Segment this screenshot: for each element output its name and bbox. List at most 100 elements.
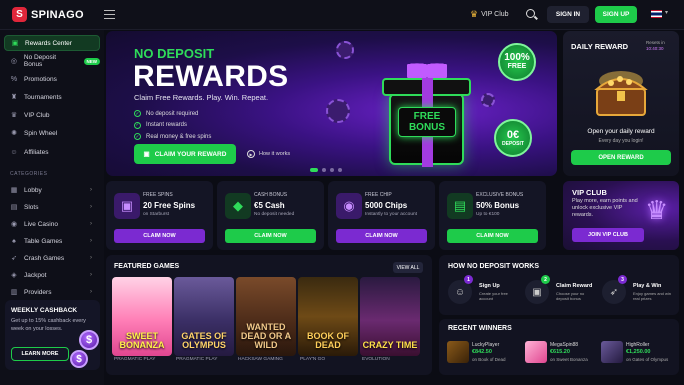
join-vip-button[interactable]: JOIN VIP CLUB xyxy=(572,228,644,242)
game-tile-sweet-bonanza[interactable]: SWEET BONANZA xyxy=(112,277,172,356)
step-desc: Enjoy games and win real prizes xyxy=(633,291,672,301)
game-tile-crazy-time[interactable]: CRAZY TIME xyxy=(360,277,420,356)
sidebar-item-live-casino[interactable]: ◉ Live Casino › xyxy=(4,216,100,232)
game-title: WANTED DEAD OR A WILD xyxy=(240,322,292,350)
menu-icon[interactable] xyxy=(104,10,115,19)
vip-title: VIP CLUB xyxy=(572,188,607,197)
free-bonus-line: BONUS xyxy=(408,122,446,133)
users-icon: ☺ xyxy=(10,148,18,156)
game-thumbnail[interactable] xyxy=(601,341,623,363)
sidebar-item-providers[interactable]: ▥ Providers › xyxy=(4,284,100,300)
sidebar-item-label: No Deposit Bonus xyxy=(23,54,57,68)
sidebar-item-label: Providers xyxy=(24,288,52,296)
carousel-dot[interactable] xyxy=(330,168,334,172)
sidebar-item-spin-wheel[interactable]: ✺ Spin Wheel xyxy=(4,125,100,141)
step-desc: Choose your no deposit bonus xyxy=(556,291,585,301)
gift-icon: ▣ xyxy=(114,193,140,219)
slot-icon: ▤ xyxy=(10,204,18,211)
sidebar-item-label: Tournaments xyxy=(24,93,62,101)
badge-caption: FREE xyxy=(507,63,527,70)
claim-reward-button[interactable]: ▣ CLAIM YOUR REWARD xyxy=(134,144,236,164)
search-icon[interactable] xyxy=(526,9,535,18)
sidebar-item-no-deposit-bonus[interactable]: ◎ No Deposit Bonus NEW xyxy=(4,53,100,69)
bullet-text: No deposit required xyxy=(146,110,199,117)
promo-sub: No deposit needed xyxy=(254,212,295,217)
check-icon: ✓ xyxy=(134,121,141,129)
logo-icon: S xyxy=(12,7,27,22)
game-title: GATES OF OLYMPUS xyxy=(181,331,227,350)
rocket-icon: ➶ xyxy=(11,255,17,262)
hero-eyebrow: NO DEPOSIT xyxy=(134,46,215,61)
sign-up-button[interactable]: SIGN UP xyxy=(595,6,637,23)
step-number: 1 xyxy=(464,275,473,284)
promo-card-cash-bonus: ◆ CASH BONUS €5 Cash No deposit needed C… xyxy=(217,181,324,250)
game-thumbnail[interactable] xyxy=(525,341,547,363)
learn-more-button[interactable]: LEARN MORE xyxy=(11,347,69,361)
badge-value: 100% xyxy=(504,52,530,63)
sidebar-item-vip-club[interactable]: ♛ VIP Club xyxy=(4,107,100,123)
view-all-button[interactable]: VIEW ALL xyxy=(393,262,423,273)
step-number: 3 xyxy=(618,275,627,284)
casino-chip-icon xyxy=(481,93,495,107)
game-thumbnail[interactable] xyxy=(447,341,469,363)
game-tile-gates-of-olympus[interactable]: GATES OF OLYMPUS xyxy=(174,277,234,356)
winner-name: MegaSpin88 xyxy=(550,342,579,348)
new-badge: NEW xyxy=(83,57,100,65)
chevron-down-icon[interactable]: ▾ xyxy=(665,9,668,16)
carousel-dot-active[interactable] xyxy=(310,168,318,172)
sidebar-item-table-games[interactable]: ♠ Table Games › xyxy=(4,233,100,249)
hero-bullets: ✓ No deposit required ✓ Instant rewards ✓ R… xyxy=(134,108,211,143)
sign-in-button[interactable]: SIGN IN xyxy=(547,6,589,23)
sidebar-item-promotions[interactable]: % Promotions xyxy=(4,71,100,87)
chevron-right-icon: › xyxy=(90,204,92,210)
claim-now-button[interactable]: CLAIM NOW xyxy=(225,229,316,243)
promo-card-free-chip: ◉ FREE CHIP 5000 Chips Instantly to your… xyxy=(328,181,435,250)
game-provider: PLAY'N GO xyxy=(300,357,326,362)
sidebar-item-rewards-center[interactable]: ▣ Rewards Center xyxy=(4,35,100,51)
claim-now-button[interactable]: CLAIM NOW xyxy=(114,229,205,243)
vip-club-link[interactable]: ♛ VIP Club xyxy=(470,9,509,20)
vip-description: Play more, earn points and unlock exclus… xyxy=(572,198,638,218)
claim-now-button[interactable]: CLAIM NOW xyxy=(447,229,538,243)
game-tile-wanted-dead-or-a-wild[interactable]: WANTED DEAD OR A WILD xyxy=(236,277,296,356)
sidebar-item-affiliates[interactable]: ☺ Affiliates xyxy=(4,144,100,160)
carousel-dots xyxy=(310,168,342,172)
carousel-dot[interactable] xyxy=(322,168,326,172)
top-bar: S SPINAGO ♛ VIP Club SIGN IN SIGN UP ▾ xyxy=(0,0,684,30)
carousel-dot[interactable] xyxy=(338,168,342,172)
promo-label: EXCLUSIVE BONUS xyxy=(476,192,524,198)
promo-sub: Instantly to your account xyxy=(365,212,417,217)
casino-chip-icon xyxy=(336,41,354,59)
game-title: CRAZY TIME xyxy=(362,340,418,350)
chevron-right-icon: › xyxy=(90,255,92,261)
hero-bullet: ✓ No deposit required xyxy=(134,108,211,120)
language-flag-icon[interactable] xyxy=(651,10,662,18)
free-bonus-sign: FREE BONUS xyxy=(398,107,456,137)
logo[interactable]: S SPINAGO xyxy=(12,7,84,22)
jackpot-icon: ◈ xyxy=(11,272,17,279)
winner-name: LuckyPlayer xyxy=(472,342,500,348)
sidebar-item-crash-games[interactable]: ➶ Crash Games › xyxy=(4,250,100,266)
promo-sub: Up to €100 xyxy=(476,212,500,217)
daily-reset-timer: Resets in 10:40:30 xyxy=(646,40,665,52)
badge-caption: DEPOSIT xyxy=(502,141,524,147)
chip-icon: ◉ xyxy=(336,193,362,219)
promo-value: €5 Cash xyxy=(254,201,285,210)
sidebar-item-jackpot[interactable]: ◈ Jackpot › xyxy=(4,267,100,283)
claim-now-button[interactable]: CLAIM NOW xyxy=(336,229,427,243)
sidebar-item-lobby[interactable]: ▦ Lobby › xyxy=(4,182,100,198)
cashback-text: Get up to 15% cashback every week on you… xyxy=(11,318,86,332)
sidebar-item-slots[interactable]: ▤ Slots › xyxy=(4,199,100,215)
how-it-works-link[interactable]: ▶ How it works xyxy=(247,150,290,158)
cashback-title: WEEKLY CASHBACK xyxy=(11,307,78,314)
winner-game: on Gates of Olympus xyxy=(626,357,669,362)
cashback-coin-icon: $ xyxy=(70,350,88,368)
sidebar-item-tournaments[interactable]: ♜ Tournaments xyxy=(4,89,100,105)
game-tile-book-of-dead[interactable]: BOOK OF DEAD xyxy=(298,277,358,356)
treasure-chest-icon xyxy=(594,71,648,116)
game-title: BOOK OF DEAD xyxy=(307,331,349,350)
wheel-icon: ✺ xyxy=(11,130,17,137)
game-title: SWEET BONANZA xyxy=(119,331,165,350)
free-percent-badge: 100% FREE xyxy=(498,43,536,81)
open-reward-button[interactable]: OPEN REWARD xyxy=(571,150,671,165)
